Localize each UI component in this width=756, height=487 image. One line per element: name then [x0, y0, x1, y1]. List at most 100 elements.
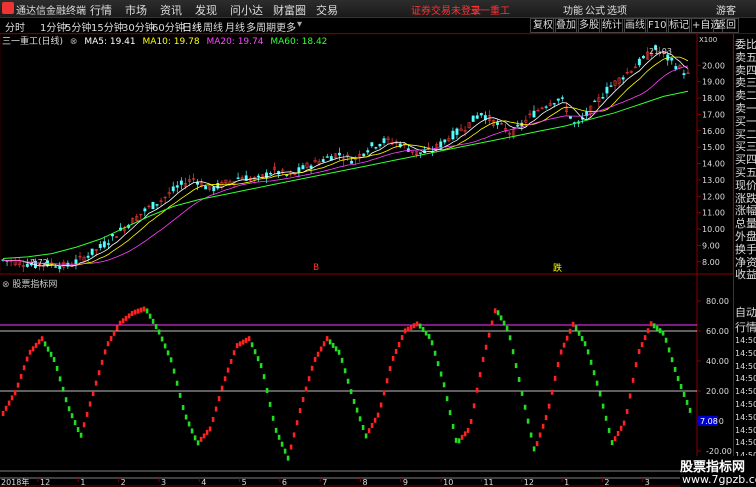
period-more[interactable]: 更多 [276, 19, 296, 34]
menu-function[interactable]: 功能 [563, 2, 583, 17]
sidebar-time: 14:50 [735, 400, 756, 409]
oscillator-bar [388, 366, 392, 372]
oscillator-bar [565, 335, 569, 341]
oscillator-bar [10, 395, 14, 401]
high-price-label: 21.03 [649, 47, 672, 56]
period-multi[interactable]: 多周期 [246, 19, 276, 34]
oscillator-axis-ticks: 80.0060.0040.0020.000.00-20.00 [697, 297, 732, 456]
sub-indicator-legend: ⊗ 股票指标网 [2, 277, 57, 290]
candle-body [285, 174, 289, 176]
oscillator-bar [457, 438, 461, 444]
oscillator-bar [613, 436, 617, 442]
oscillator-bar [520, 390, 524, 396]
candle-body [382, 138, 386, 143]
period-30min[interactable]: 30分钟 [122, 19, 155, 34]
guest-label[interactable]: 游客 [716, 2, 736, 17]
oscillator-bar [607, 427, 611, 433]
candle-body [212, 186, 216, 192]
period-60min[interactable]: 60分钟 [152, 19, 185, 34]
menu-discover[interactable]: 发现 [195, 2, 217, 18]
oscillator-bar [13, 390, 17, 396]
price-tick-label: 13.00 [702, 176, 725, 185]
price-tick-label: 14.00 [702, 160, 725, 169]
oscillator-bar [340, 357, 344, 363]
indicator-toggle-icon[interactable]: ⊗ [2, 280, 10, 290]
candle-body [256, 175, 260, 178]
period-monthly[interactable]: 月线 [225, 19, 245, 34]
oscillator-bar [376, 412, 380, 418]
period-tick[interactable]: 分时 [5, 19, 25, 34]
oscillator-bar [58, 376, 62, 382]
menu-formula[interactable]: 公式 [585, 2, 605, 17]
candle-body [350, 160, 354, 164]
oscillator-bar [550, 389, 554, 395]
sidebar-auto-cell[interactable]: 行情 [735, 319, 756, 335]
oscillator-bar [271, 415, 275, 421]
oscillator-bar [181, 405, 185, 411]
oscillator-bar [307, 376, 311, 382]
oscillator-bar [7, 400, 11, 406]
oscillator-bar [217, 396, 221, 402]
buy-marker: B [313, 263, 319, 273]
year-label: 2018年 [1, 477, 29, 487]
candle-body [443, 139, 447, 143]
period-5min[interactable]: 5分钟 [65, 19, 91, 34]
stock-chart[interactable]: 20.0019.0018.0017.0016.0015.0014.0013.00… [0, 34, 733, 487]
month-label: 2 [604, 478, 609, 487]
menu-quotes[interactable]: 行情 [90, 2, 112, 18]
menu-ask-xiaoda[interactable]: 问小达 [230, 2, 263, 18]
oscillator-bar [349, 389, 353, 395]
oscillator-bar [553, 375, 557, 381]
period-daily[interactable]: 日线 [182, 19, 202, 34]
menu-market[interactable]: 市场 [125, 2, 147, 18]
sidebar-cell[interactable]: 收益 [735, 266, 756, 282]
price-tick-label: 12.00 [702, 192, 725, 201]
oscillator-bar [559, 349, 563, 355]
oscillator-bar [298, 408, 302, 414]
oscillator-bar [55, 365, 59, 371]
oscillator-bar [673, 366, 677, 372]
oscillator-bar [61, 386, 65, 392]
candle-body [605, 86, 609, 94]
period-weekly[interactable]: 周线 [203, 19, 223, 34]
oscillator-bar [412, 323, 416, 329]
ma5-line [2, 51, 689, 267]
oscillator-bar [580, 336, 584, 342]
period-1min[interactable]: 1分钟 [40, 19, 66, 34]
oscillator-bar [454, 437, 458, 443]
candle-body [516, 124, 520, 127]
oscillator-bar [688, 407, 692, 413]
title-bar: 通达信金融终端 行情 市场 资讯 发现 问小达 财富圈 交易 证券交易未登录 三… [0, 0, 756, 18]
oscillator-bar [265, 388, 269, 394]
ma10-line [2, 56, 689, 267]
oscillator-bar [649, 321, 653, 327]
oscillator-bar [487, 332, 491, 338]
oscillator-tick-label: 80.00 [706, 297, 729, 306]
period-15min[interactable]: 15分钟 [91, 19, 124, 34]
oscillator-bar [610, 440, 614, 446]
oscillator-bar [28, 349, 32, 355]
oscillator-bar [460, 434, 464, 440]
oscillator-bar [85, 411, 89, 417]
oscillator-bar [577, 330, 581, 336]
menu-news[interactable]: 资讯 [160, 2, 182, 18]
oscillator-bar [400, 335, 404, 341]
oscillator-bar [466, 427, 470, 433]
oscillator-bar [148, 313, 152, 319]
oscillator-bar [634, 362, 638, 368]
oscillator-bar [658, 328, 662, 334]
menu-trade[interactable]: 交易 [316, 2, 338, 18]
oscillator-bar [223, 376, 227, 382]
menu-options[interactable]: 选项 [607, 2, 627, 17]
oscillator-bar [472, 403, 476, 409]
back-button[interactable]: 返回 [713, 18, 739, 33]
oscillator-bar [37, 339, 41, 345]
oscillator-bar [133, 309, 137, 315]
menu-wealth-circle[interactable]: 财富圈 [273, 2, 306, 18]
sidebar-auto-cell[interactable]: 自动 [735, 304, 756, 320]
oscillator-bar [136, 308, 140, 314]
sidebar-time: 14:50 [735, 438, 756, 448]
oscillator-bar [328, 339, 332, 345]
oscillator-bar [175, 380, 179, 386]
more-chevron-icon[interactable]: ▾ [297, 19, 302, 30]
